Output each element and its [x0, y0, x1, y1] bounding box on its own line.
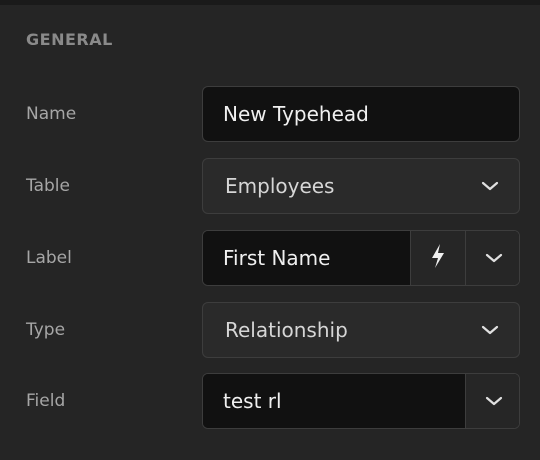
form-row-label: Label First Name [0, 230, 540, 286]
chevron-down-icon[interactable] [479, 159, 501, 213]
form-row-field: Field test rl [0, 373, 540, 429]
chevron-down-icon [485, 392, 503, 411]
label-field: First Name [202, 230, 520, 286]
name-label: Name [26, 104, 77, 124]
type-select-value: Relationship [225, 318, 348, 342]
field-label: Field [26, 391, 66, 411]
type-label: Type [26, 320, 66, 340]
chevron-down-icon[interactable] [479, 303, 501, 357]
table-select[interactable]: Employees [202, 158, 520, 214]
table-label: Table [26, 176, 70, 196]
field-combo: test rl [202, 373, 520, 429]
field-input[interactable]: test rl [203, 374, 465, 428]
chevron-down-icon [485, 249, 503, 268]
label-label: Label [26, 248, 72, 268]
top-divider [0, 0, 540, 5]
form-row-name: Name New Typehead [0, 86, 540, 142]
form-row-table: Table Employees [0, 158, 540, 214]
type-select[interactable]: Relationship [202, 302, 520, 358]
field-input-value: test rl [223, 389, 282, 413]
name-input[interactable]: New Typehead [202, 86, 520, 142]
field-dropdown-button[interactable] [465, 374, 519, 428]
label-input[interactable]: First Name [203, 231, 410, 285]
form-row-type: Type Relationship [0, 302, 540, 358]
section-title-general: GENERAL [26, 30, 113, 49]
table-select-value: Employees [225, 174, 335, 198]
lightning-bolt-icon [430, 243, 446, 273]
name-input-value: New Typehead [223, 102, 369, 126]
label-input-value: First Name [223, 246, 331, 270]
dynamic-value-button[interactable] [410, 231, 465, 285]
label-dropdown-button[interactable] [465, 231, 519, 285]
